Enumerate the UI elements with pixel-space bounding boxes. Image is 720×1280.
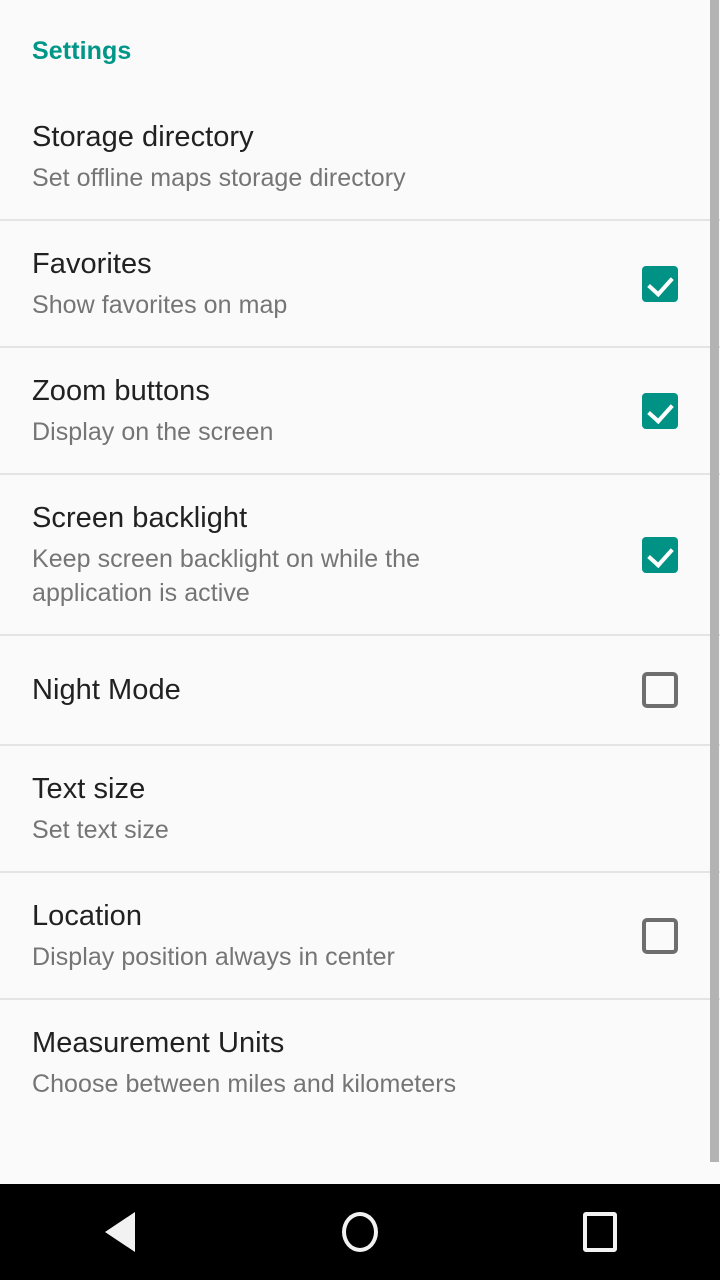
pref-text-block: Location Display position always in cent…	[32, 873, 628, 998]
pref-summary: Display position always in center	[32, 943, 395, 971]
nav-recents-button[interactable]	[480, 1184, 720, 1280]
pref-row-storage-directory[interactable]: Storage directory Set offline maps stora…	[0, 94, 720, 221]
section-header-label: Settings	[32, 37, 132, 65]
pref-summary: Choose between miles and kilometers	[32, 1070, 457, 1098]
pref-title: Screen backlight	[32, 502, 248, 534]
nav-home-button[interactable]	[240, 1184, 480, 1280]
home-circle-icon	[342, 1212, 378, 1252]
pref-summary: Show favorites on map	[32, 291, 288, 319]
checkbox-screen-backlight[interactable]	[642, 536, 678, 573]
pref-title: Night Mode	[32, 674, 181, 706]
pref-summary: Set offline maps storage directory	[32, 164, 406, 192]
pref-title: Storage directory	[32, 121, 254, 153]
settings-screen: Settings Storage directory Set offline m…	[0, 0, 720, 1280]
pref-summary: Set text size	[32, 816, 169, 844]
pref-text-block: Storage directory Set offline maps stora…	[32, 94, 692, 219]
pref-text-block: Zoom buttons Display on the screen	[32, 348, 628, 473]
pref-row-location[interactable]: Location Display position always in cent…	[0, 873, 720, 1000]
scrollbar-thumb[interactable]	[710, 0, 719, 1162]
scrollbar-track[interactable]	[710, 0, 720, 1184]
checkbox-favorites[interactable]	[642, 265, 678, 302]
pref-title: Favorites	[32, 248, 152, 280]
pref-text-block: Favorites Show favorites on map	[32, 221, 628, 346]
pref-summary: Display on the screen	[32, 418, 274, 446]
pref-row-measurement-units[interactable]: Measurement Units Choose between miles a…	[0, 1000, 720, 1125]
checkbox-wrapper[interactable]	[628, 536, 692, 573]
pref-row-text-size[interactable]: Text size Set text size	[0, 746, 720, 873]
pref-title: Measurement Units	[32, 1027, 285, 1059]
checkbox-night-mode[interactable]	[642, 672, 678, 708]
back-triangle-icon	[105, 1212, 135, 1252]
pref-row-zoom-buttons[interactable]: Zoom buttons Display on the screen	[0, 348, 720, 475]
recents-square-icon	[583, 1212, 617, 1252]
pref-text-block: Screen backlight Keep screen backlight o…	[32, 475, 628, 634]
pref-text-block: Night Mode	[32, 647, 628, 733]
checkbox-wrapper[interactable]	[628, 672, 692, 708]
settings-scroll-container[interactable]: Settings Storage directory Set offline m…	[0, 0, 720, 1184]
checkbox-wrapper[interactable]	[628, 265, 692, 302]
pref-row-screen-backlight[interactable]: Screen backlight Keep screen backlight o…	[0, 475, 720, 636]
checkbox-wrapper[interactable]	[628, 392, 692, 429]
pref-summary: Keep screen backlight on while the appli…	[32, 545, 421, 607]
checkbox-zoom-buttons[interactable]	[642, 392, 678, 429]
checkbox-wrapper[interactable]	[628, 917, 692, 954]
pref-title: Location	[32, 900, 143, 932]
pref-text-block: Text size Set text size	[32, 746, 692, 871]
pref-row-favorites[interactable]: Favorites Show favorites on map	[0, 221, 720, 348]
pref-row-night-mode[interactable]: Night Mode	[0, 636, 720, 746]
pref-title: Zoom buttons	[32, 375, 210, 407]
pref-title: Text size	[32, 773, 146, 805]
nav-back-button[interactable]	[0, 1184, 240, 1280]
section-header: Settings	[0, 0, 720, 94]
android-navigation-bar	[0, 1184, 720, 1280]
pref-text-block: Measurement Units Choose between miles a…	[32, 1000, 692, 1125]
checkbox-location[interactable]	[642, 917, 678, 954]
